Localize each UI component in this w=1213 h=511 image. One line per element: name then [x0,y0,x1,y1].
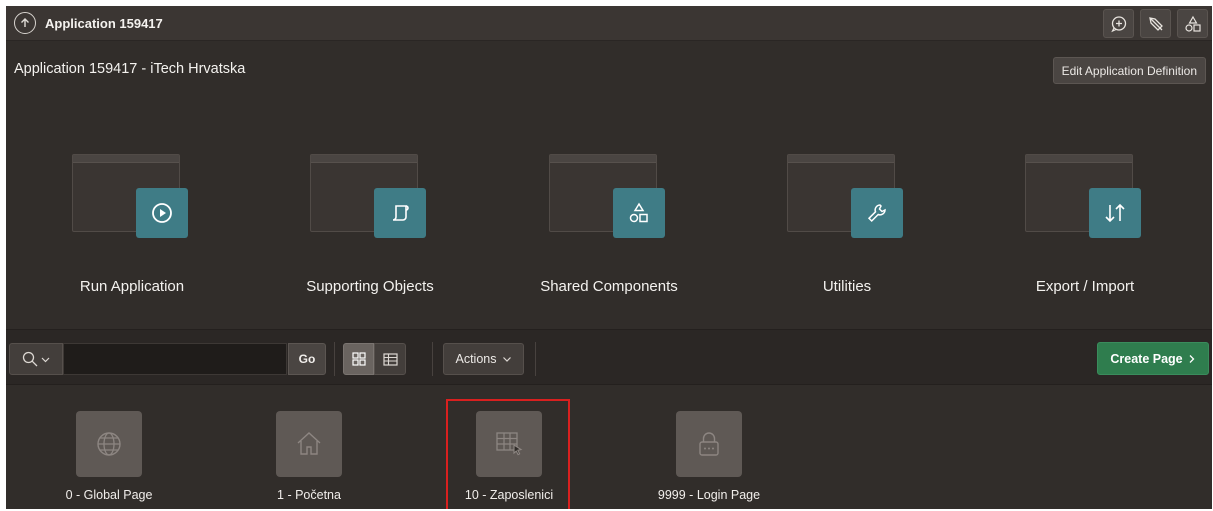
go-button[interactable]: Go [288,343,326,375]
play-icon [136,188,188,238]
chevron-right-icon [1189,354,1195,363]
tile-illustration [310,154,430,242]
tile-illustration [549,154,669,242]
tile-label: Shared Components [540,278,678,295]
page-label: 9999 - Login Page [657,488,761,502]
tile-label: Utilities [822,278,872,295]
grid-cursor-icon [476,411,542,477]
page-card-global[interactable]: 0 - Global Page [34,411,184,506]
home-icon [276,411,342,477]
shared-components-icon [1184,15,1201,32]
chevron-down-icon [502,357,511,362]
shapes-icon [613,188,665,238]
page-card-login[interactable]: 9999 - Login Page [634,411,784,506]
tile-illustration [1025,154,1145,242]
page-card-zaposlenici[interactable]: 10 - Zaposlenici [434,411,584,506]
edit-icon [1148,16,1163,31]
edit-button[interactable] [1140,9,1171,38]
report-view-button[interactable] [374,343,406,375]
search-column-dropdown[interactable] [9,343,63,375]
page-label: 0 - Global Page [65,488,153,502]
page-label: 10 - Zaposlenici [464,488,554,502]
grid-view-button[interactable] [343,343,374,375]
tile-illustration [787,154,907,242]
edit-application-definition-button[interactable]: Edit Application Definition [1052,57,1206,84]
tile-run-application[interactable]: Run Application [37,154,227,304]
tile-export-import[interactable]: Export / Import [990,154,1180,304]
shared-components-button[interactable] [1177,9,1208,38]
divider [535,342,536,376]
tile-label: Run Application [79,278,185,295]
page-label: 1 - Početna [277,488,341,502]
pages-toolbar: Go Actions Create Page [6,329,1212,385]
page-card-pocetna[interactable]: 1 - Početna [234,411,384,506]
tile-supporting-objects[interactable]: Supporting Objects [275,154,465,304]
chevron-down-icon [41,357,50,362]
lock-icon [676,411,742,477]
tile-illustration [72,154,192,242]
grid-icon [351,352,366,366]
actions-menu-button[interactable]: Actions [443,343,524,375]
topbar-actions [1103,9,1208,38]
actions-label: Actions [455,352,497,366]
app-title: Application 159417 [45,15,163,31]
tile-label: Supporting Objects [306,278,434,295]
scroll-icon [374,188,426,238]
tile-utilities[interactable]: Utilities [752,154,942,304]
tile-shared-components[interactable]: Shared Components [514,154,704,304]
search-input[interactable] [63,343,287,375]
divider [334,342,335,376]
wrench-icon [851,188,903,238]
feedback-button[interactable] [1103,9,1134,38]
feedback-icon [1110,15,1126,32]
up-arrow-icon[interactable] [14,12,36,34]
app-builder-frame: Application 159417 Application 159417 - … [6,6,1212,509]
tile-label: Export / Import [1035,278,1135,295]
divider [432,342,433,376]
table-icon [382,352,398,366]
page-title: Application 159417 - iTech Hrvatska [14,61,246,77]
top-bar: Application 159417 [6,6,1212,41]
create-page-label: Create Page [1110,351,1183,366]
create-page-button[interactable]: Create Page [1097,342,1209,375]
search-icon [22,351,38,367]
up-down-arrows-icon [1089,188,1141,238]
globe-icon [76,411,142,477]
